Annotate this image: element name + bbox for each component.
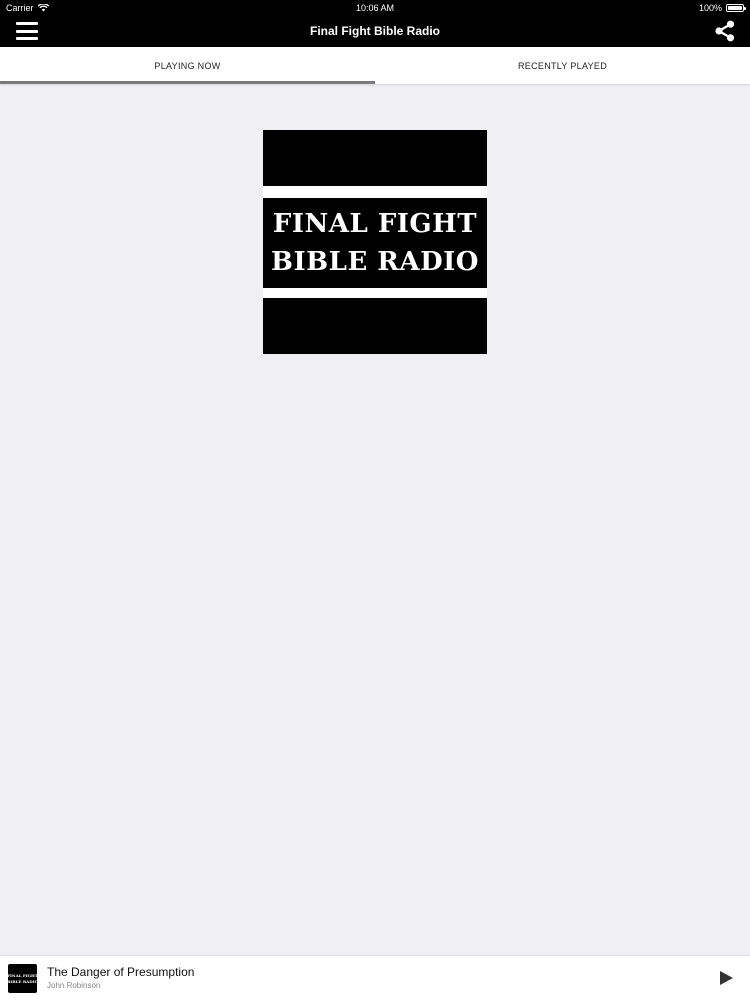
now-playing-thumbnail: FINAL FIGHT BIBLE RADIO [6,964,39,993]
tab-bar: PLAYING NOW RECENTLY PLAYED [0,47,750,84]
artwork-logo-panel: FINAL FIGHT BIBLE RADIO [263,198,487,288]
page-title: Final Fight Bible Radio [310,24,440,38]
battery-icon [726,4,746,12]
tab-recently-played[interactable]: RECENTLY PLAYED [375,47,750,84]
mini-player[interactable]: FINAL FIGHT BIBLE RADIO The Danger of Pr… [0,955,750,1000]
play-icon[interactable] [718,970,734,986]
now-playing-artist: John Robinson [47,981,101,990]
battery-percent: 100% [698,3,722,13]
status-left: Carrier [6,3,49,13]
station-artwork: FINAL FIGHT BIBLE RADIO [263,130,487,354]
nav-bar: Final Fight Bible Radio [0,16,750,47]
carrier-label: Carrier [6,3,34,13]
wifi-icon [37,4,49,12]
status-bar: Carrier 10:06 AM 100% [0,0,750,16]
artwork-top-bar [263,130,487,186]
artwork-logo-line1: FINAL FIGHT [272,209,478,239]
hamburger-menu-icon[interactable] [16,22,38,40]
tab-playing-now[interactable]: PLAYING NOW [0,47,375,84]
status-time: 10:06 AM [355,3,395,13]
status-right: 100% [698,3,746,13]
thumb-line2: BIBLE RADIO [6,978,39,984]
artwork-logo-line2: BIBLE RADIO [271,247,479,277]
battery-fill [728,6,742,10]
artwork-bottom-bar [263,298,487,354]
share-icon[interactable] [714,20,736,42]
now-playing-title: The Danger of Presumption [47,965,195,979]
